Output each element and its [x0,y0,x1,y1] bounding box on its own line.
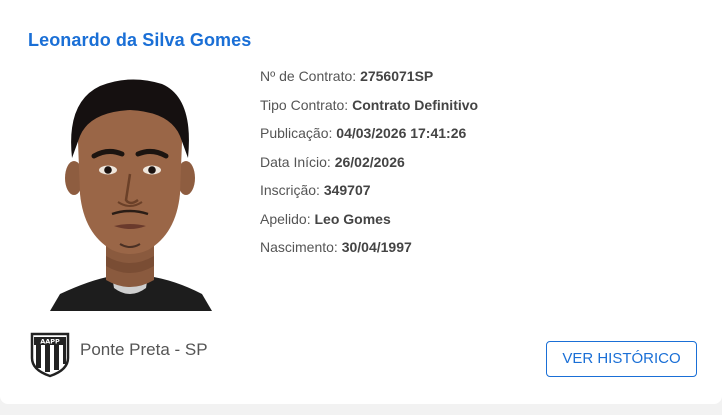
club-info: AAPP Ponte Preta - SP [28,330,208,378]
detail-label: Publicação: [260,125,337,141]
detail-value: 349707 [323,182,371,198]
club-name: Ponte Preta - SP [80,340,208,359]
player-photo-image [50,79,212,311]
detail-value: 26/02/2026 [334,153,405,170]
detail-label: Nascimento: [260,239,342,255]
aapp-crest-icon: AAPP [30,332,70,378]
detail-value: 30/04/1997 [341,239,412,255]
detail-value: Leo Gomes [314,210,391,227]
detail-row-birth-date: Nascimento: 30/04/1997 [260,239,478,268]
detail-value: Contrato Definitivo [352,96,479,113]
detail-label: Apelido: [260,210,315,227]
contract-details: Nº de Contrato: 2756071SP Tipo Contrato:… [260,68,478,268]
detail-row-nickname: Apelido: Leo Gomes [260,211,478,240]
detail-label: Tipo Contrato: [260,96,353,113]
detail-value: 04/03/2026 17:41:26 [336,125,467,141]
detail-row-start-date: Data Início: 26/02/2026 [260,154,478,183]
player-card: Leonardo da Silva Gomes Nº de Contrato: … [0,0,722,404]
view-history-button[interactable]: VER HISTÓRICO [546,341,697,377]
player-photo [30,66,230,311]
player-name: Leonardo da Silva Gomes [28,30,252,50]
detail-row-publication: Publicação: 04/03/2026 17:41:26 [260,125,478,154]
detail-row-registration: Inscrição: 349707 [260,182,478,211]
detail-row-contract-type: Tipo Contrato: Contrato Definitivo [260,97,478,126]
detail-value: 2756071SP [360,68,434,84]
detail-label: Nº de Contrato: [260,68,361,84]
detail-row-contract-number: Nº de Contrato: 2756071SP [260,68,478,97]
detail-label: Inscrição: [260,182,324,198]
detail-label: Data Início: [260,153,335,170]
crest-text: AAPP [40,338,60,346]
